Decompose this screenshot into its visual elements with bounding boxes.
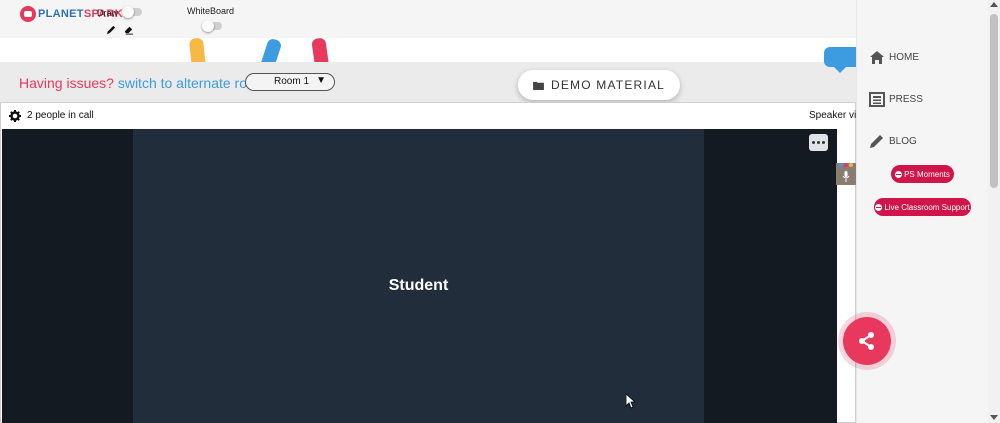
scroll-down-arrow-icon[interactable]: [990, 415, 998, 420]
room-select[interactable]: Room 1 ▼: [245, 73, 335, 91]
more-options-icon[interactable]: [809, 134, 828, 151]
nav-label-home: HOME: [889, 52, 919, 63]
draw-toggle[interactable]: [122, 6, 142, 18]
close-circle-icon: [895, 170, 903, 178]
live-classroom-support-button[interactable]: Live Classroom Support: [874, 198, 971, 216]
live-support-label: Live Classroom Support: [884, 202, 970, 212]
participant-thumbnail[interactable]: [836, 163, 856, 185]
whiteboard-toggle[interactable]: [202, 20, 222, 32]
gear-icon[interactable]: [9, 109, 21, 127]
newspaper-icon: [869, 92, 885, 107]
pencil-icon: [870, 135, 883, 148]
participant-name: Student: [388, 277, 449, 294]
nav-label-press: PRESS: [889, 94, 923, 105]
top-toolbar: PLANETSPARK Draw WhiteBoard: [0, 0, 856, 38]
share-icon: [859, 332, 874, 350]
nav-item-blog[interactable]: BLOG: [869, 134, 917, 149]
nav-item-press[interactable]: PRESS: [869, 92, 923, 107]
home-icon: [870, 51, 884, 64]
close-circle-icon: [875, 203, 883, 211]
microphone-icon: [842, 171, 850, 182]
nav-label-blog: BLOG: [889, 136, 917, 147]
issue-notice-text: Having issues? switch to alternate room: [19, 75, 266, 91]
folder-icon: [533, 81, 544, 90]
logo-text-planet: PLANET: [38, 8, 84, 20]
caret-down-icon: ▼: [316, 75, 326, 86]
whiteboard-label: WhiteBoard: [187, 6, 235, 16]
ps-moments-button[interactable]: PS Moments: [891, 165, 954, 183]
demo-material-label: DEMO MATERIAL: [550, 78, 666, 92]
mouse-cursor-icon: [626, 394, 636, 409]
page-scrollbar[interactable]: [988, 0, 1000, 423]
speaker-view-toggle[interactable]: Speaker vi: [809, 110, 856, 121]
people-count: 2 people in call: [27, 110, 94, 121]
draw-label: Draw: [97, 8, 119, 18]
chat-bubble-icon[interactable]: [824, 47, 856, 73]
nav-item-home[interactable]: HOME: [869, 50, 919, 65]
demo-material-button[interactable]: DEMO MATERIAL: [518, 70, 680, 100]
share-button[interactable]: [843, 317, 891, 365]
ps-moments-label: PS Moments: [904, 169, 950, 179]
participant-tile[interactable]: Student: [133, 129, 828, 423]
scroll-up-arrow-icon[interactable]: [990, 2, 998, 7]
main-content: Having issues? switch to alternate room …: [0, 38, 856, 423]
video-stage: Student: [2, 129, 837, 423]
video-call-panel: 2 people in call Speaker vi Student: [0, 102, 856, 423]
logo-mascot-icon: [20, 6, 36, 22]
issue-question: Having issues?: [19, 75, 114, 91]
call-header: 2 people in call Speaker vi: [1, 103, 856, 129]
scroll-thumb[interactable]: [990, 14, 998, 188]
room-select-value: Room 1: [274, 76, 310, 87]
